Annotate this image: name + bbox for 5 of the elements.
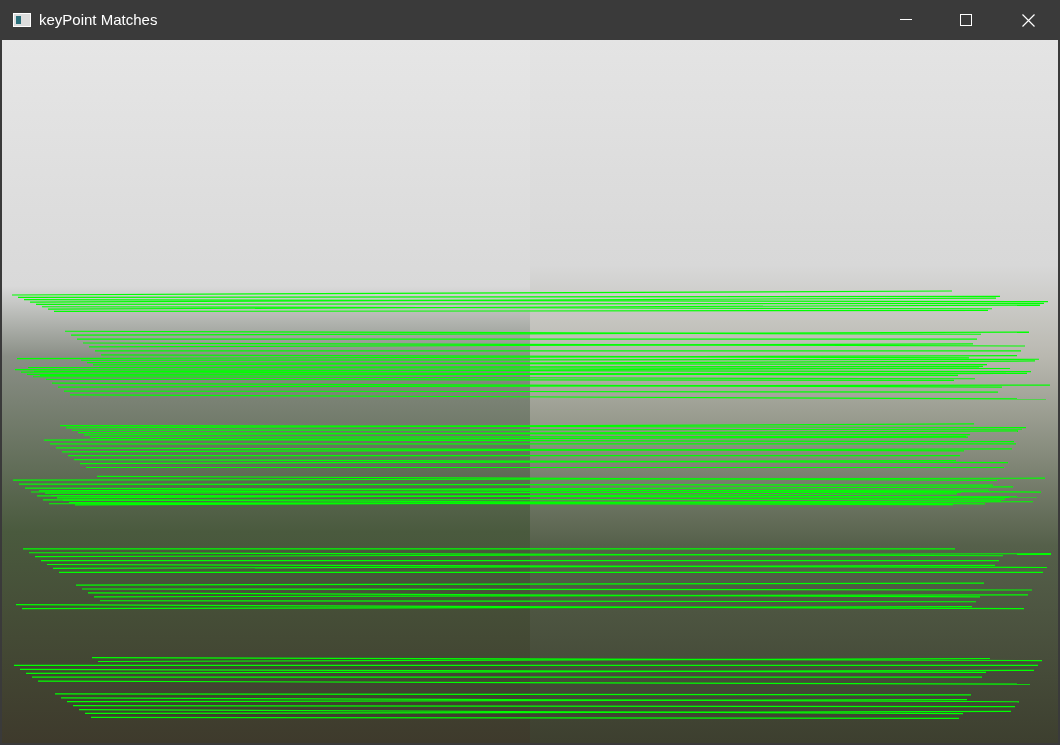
app-icon: [13, 13, 31, 27]
window-title: keyPoint Matches: [39, 9, 158, 30]
close-icon: [1021, 13, 1035, 27]
minimize-icon: [900, 19, 912, 21]
maximize-icon: [960, 14, 972, 26]
